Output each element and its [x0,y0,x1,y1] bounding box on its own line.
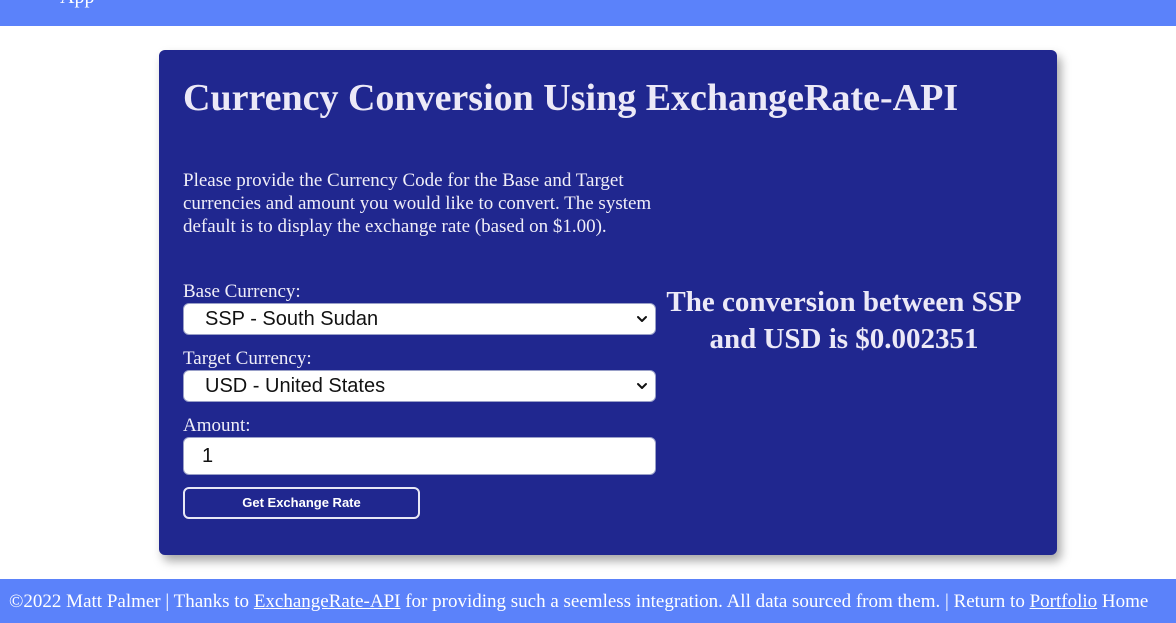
portfolio-link[interactable]: Portfolio [1030,591,1098,612]
target-currency-select[interactable]: USD - United States [183,370,656,402]
page-title: Currency Conversion Using ExchangeRate-A… [183,77,959,119]
footer-copyright: ©2022 Matt Palmer | Thanks to [9,591,254,612]
footer-bar: ©2022 Matt Palmer | Thanks to ExchangeRa… [0,579,1176,623]
nav-partial-text: App [60,0,94,9]
amount-value: 1 [202,445,214,467]
footer-trailing-text: Home [1097,591,1149,612]
chevron-down-icon [637,383,647,389]
top-nav-bar: App [0,0,1176,26]
chevron-down-icon [637,316,647,322]
footer-middle-text: for providing such a seemless integratio… [400,591,1030,612]
base-currency-value: SSP - South Sudan [205,308,379,330]
get-exchange-rate-button[interactable]: Get Exchange Rate [183,487,420,519]
amount-input[interactable]: 1 [183,437,656,475]
base-currency-label: Base Currency: [183,281,301,302]
footer-text: ©2022 Matt Palmer | Thanks to ExchangeRa… [9,591,1148,613]
base-currency-select[interactable]: SSP - South Sudan [183,303,656,335]
amount-label: Amount: [183,415,251,436]
conversion-result: The conversion between SSP and USD is $0… [666,286,1022,355]
instructions-text: Please provide the Currency Code for the… [183,170,652,237]
target-currency-value: USD - United States [205,375,386,397]
converter-card: Currency Conversion Using ExchangeRate-A… [159,50,1057,555]
target-currency-label: Target Currency: [183,348,312,369]
exchangerate-api-link[interactable]: ExchangeRate-API [254,591,401,612]
